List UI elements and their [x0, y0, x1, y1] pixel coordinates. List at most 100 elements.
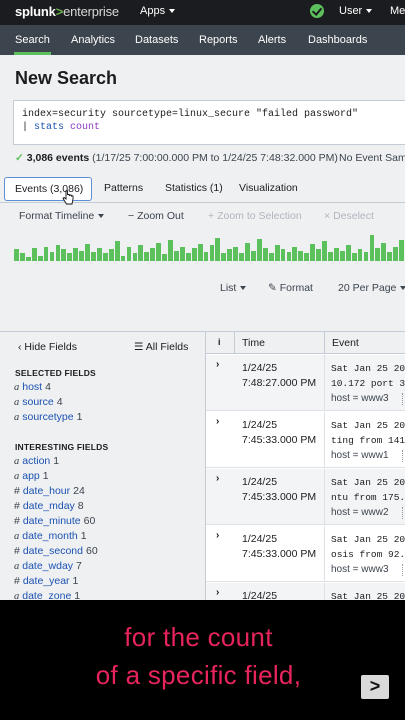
- event-host-field[interactable]: host = www1: [331, 450, 389, 461]
- timeline-bar[interactable]: [328, 252, 333, 261]
- timeline-bar[interactable]: [67, 253, 73, 261]
- timeline-bar[interactable]: [393, 247, 399, 261]
- timeline-bar[interactable]: [286, 252, 292, 261]
- timeline-bar[interactable]: [55, 245, 61, 261]
- timeline-bar[interactable]: [197, 244, 203, 261]
- chevron-right-icon[interactable]: ›: [216, 473, 219, 484]
- timeline-bar[interactable]: [14, 249, 19, 261]
- timeline-bar[interactable]: [333, 248, 339, 261]
- timeline-bar[interactable]: [298, 251, 304, 261]
- timeline-bar[interactable]: [322, 241, 327, 261]
- event-timeline[interactable]: [14, 235, 405, 261]
- hide-fields-button[interactable]: ‹ Hide Fields: [18, 341, 77, 353]
- timeline-bar[interactable]: [262, 248, 268, 261]
- timeline-bar[interactable]: [274, 245, 280, 261]
- timeline-bar[interactable]: [292, 247, 298, 261]
- timeline-bar[interactable]: [31, 248, 37, 261]
- timeline-bar[interactable]: [227, 249, 233, 261]
- timeline-bar[interactable]: [162, 254, 167, 261]
- timeline-bar[interactable]: [268, 253, 274, 261]
- timeline-bar[interactable]: [91, 252, 96, 261]
- timeline-bar[interactable]: [144, 252, 150, 261]
- event-sampling-dropdown[interactable]: No Event Samp: [339, 152, 405, 164]
- timeline-bar[interactable]: [132, 253, 138, 261]
- timeline-bar[interactable]: [351, 253, 357, 261]
- field-host[interactable]: a host 4: [14, 381, 51, 393]
- all-fields-button[interactable]: ☰ All Fields: [134, 341, 188, 353]
- timeline-bar[interactable]: [375, 248, 381, 261]
- field-action[interactable]: a action 1: [14, 455, 59, 467]
- timeline-bar[interactable]: [203, 252, 209, 261]
- timeline-bar[interactable]: [245, 243, 250, 261]
- timeline-bar[interactable]: [102, 253, 108, 261]
- nav-alerts[interactable]: Alerts: [258, 34, 286, 46]
- event-host-field[interactable]: host = www3: [331, 564, 389, 575]
- timeline-bar[interactable]: [120, 256, 126, 261]
- timeline-bar[interactable]: [138, 245, 144, 261]
- timeline-bar[interactable]: [61, 249, 67, 261]
- nav-search[interactable]: Search: [14, 34, 51, 55]
- timeline-bar[interactable]: [339, 251, 345, 261]
- timeline-bar[interactable]: [256, 239, 262, 261]
- timeline-bar[interactable]: [25, 257, 31, 261]
- zoom-out-button[interactable]: − Zoom Out: [128, 210, 184, 222]
- timeline-bar[interactable]: [191, 248, 197, 261]
- field-sourcetype[interactable]: a sourcetype 1: [14, 411, 82, 423]
- nav-dashboards[interactable]: Dashboards: [308, 34, 367, 46]
- timeline-bar[interactable]: [126, 247, 132, 261]
- timeline-bar[interactable]: [185, 253, 191, 261]
- search-input[interactable]: index=security sourcetype=linux_secure "…: [13, 100, 405, 145]
- timeline-bar[interactable]: [168, 240, 173, 261]
- field-date-zone[interactable]: a date_zone 1: [14, 590, 80, 600]
- timeline-bar[interactable]: [304, 253, 310, 261]
- event-host-field[interactable]: host = www2: [331, 507, 389, 518]
- field-source[interactable]: a source 4: [14, 396, 63, 408]
- tab-statistics[interactable]: Statistics (1): [165, 182, 223, 194]
- timeline-bar[interactable]: [221, 253, 227, 261]
- field-date-mday[interactable]: # date_mday 8: [14, 500, 84, 512]
- timeline-bar[interactable]: [280, 249, 286, 261]
- chevron-right-icon[interactable]: ›: [216, 359, 219, 370]
- timeline-bar[interactable]: [381, 243, 387, 261]
- timeline-bar[interactable]: [114, 241, 120, 261]
- nav-analytics[interactable]: Analytics: [71, 34, 115, 46]
- chevron-right-icon[interactable]: ›: [216, 530, 219, 541]
- timeline-bar[interactable]: [363, 252, 369, 261]
- messages-menu[interactable]: Mes: [390, 5, 405, 17]
- timeline-bar[interactable]: [316, 249, 321, 261]
- timeline-bar[interactable]: [73, 248, 79, 261]
- field-date-year[interactable]: # date_year 1: [14, 575, 78, 587]
- time-column-header[interactable]: Time: [242, 337, 265, 349]
- timeline-bar[interactable]: [215, 238, 221, 261]
- nav-datasets[interactable]: Datasets: [135, 34, 178, 46]
- timeline-bar[interactable]: [156, 243, 162, 261]
- zoom-to-selection-button[interactable]: + Zoom to Selection: [208, 210, 302, 222]
- field-app[interactable]: a app 1: [14, 470, 49, 482]
- timeline-bar[interactable]: [251, 251, 256, 261]
- nav-reports[interactable]: Reports: [199, 34, 238, 46]
- health-ok-icon[interactable]: [310, 4, 324, 18]
- timeline-bar[interactable]: [79, 251, 85, 261]
- chevron-right-icon[interactable]: ›: [216, 416, 219, 427]
- timeline-bar[interactable]: [369, 235, 375, 261]
- format-button[interactable]: ✎ Format: [268, 282, 313, 294]
- timeline-bar[interactable]: [49, 252, 55, 261]
- timeline-bar[interactable]: [174, 251, 179, 261]
- tab-visualization[interactable]: Visualization: [239, 182, 298, 194]
- per-page-dropdown[interactable]: 20 Per Page: [338, 282, 405, 294]
- timeline-bar[interactable]: [239, 253, 244, 261]
- tab-patterns[interactable]: Patterns: [104, 182, 143, 194]
- tab-events[interactable]: Events (3,086): [4, 177, 92, 201]
- timeline-bar[interactable]: [357, 249, 363, 261]
- event-host-field[interactable]: host = www3: [331, 393, 389, 404]
- field-date-minute[interactable]: # date_minute 60: [14, 515, 95, 527]
- timeline-bar[interactable]: [209, 245, 215, 261]
- field-date-wday[interactable]: a date_wday 7: [14, 560, 82, 572]
- apps-menu[interactable]: Apps: [140, 5, 176, 17]
- list-dropdown[interactable]: List: [220, 282, 247, 294]
- timeline-bar[interactable]: [108, 249, 114, 261]
- timeline-bar[interactable]: [85, 244, 90, 261]
- deselect-button[interactable]: × Deselect: [324, 210, 374, 222]
- timeline-bar[interactable]: [150, 248, 156, 261]
- timeline-bar[interactable]: [345, 245, 351, 261]
